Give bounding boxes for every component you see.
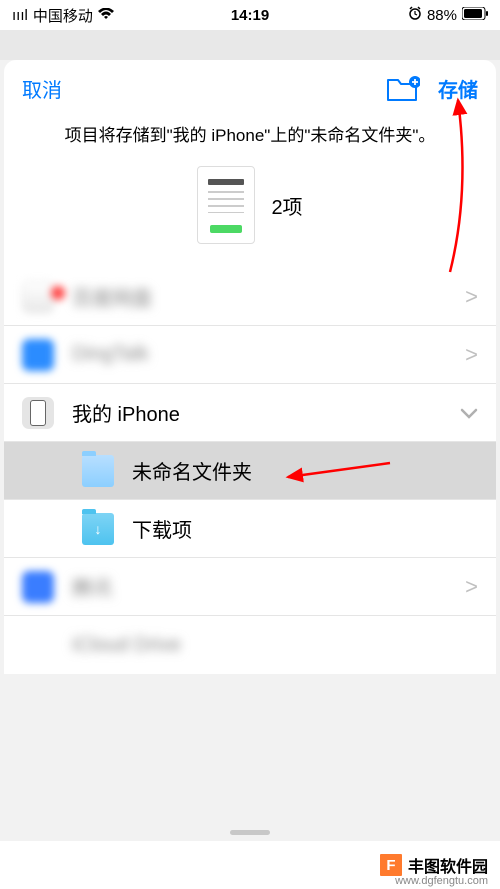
cancel-button[interactable]: 取消 <box>22 74 62 103</box>
list-item[interactable]: DingTalk > <box>4 326 496 384</box>
alarm-icon <box>408 6 422 24</box>
folder-download-icon <box>82 513 114 545</box>
location-label: DingTalk <box>72 343 465 366</box>
list-item-downloads[interactable]: 下载项 <box>4 500 496 558</box>
iphone-icon <box>22 397 54 429</box>
location-label: 未命名文件夹 <box>132 456 478 485</box>
location-label: 百度网盘 <box>72 282 465 311</box>
location-label: 腾讯 <box>72 572 465 601</box>
clock: 14:19 <box>231 7 269 24</box>
new-folder-button[interactable] <box>386 76 420 102</box>
chevron-down-icon <box>460 400 478 426</box>
app-icon <box>22 339 54 371</box>
chevron-right-icon: > <box>465 342 478 368</box>
wifi-icon <box>98 7 114 24</box>
battery-percent: 88% <box>427 7 457 24</box>
sheet-handle[interactable] <box>230 830 270 835</box>
preview-area: 2项 <box>4 160 496 268</box>
item-count: 2项 <box>271 191 302 220</box>
save-button[interactable]: 存储 <box>438 74 478 103</box>
signal-icon: ıııl <box>12 7 28 24</box>
location-label: 我的 iPhone <box>72 398 460 427</box>
location-list: 百度网盘 > DingTalk > 我的 iPhone 未命名文件夹 下载项 腾… <box>4 268 496 674</box>
location-label: iCloud Drive <box>72 634 478 657</box>
list-item[interactable]: iCloud Drive <box>4 616 496 674</box>
folder-icon <box>82 455 114 487</box>
watermark-brand: 丰图软件园 <box>408 853 488 877</box>
list-item[interactable]: 腾讯 > <box>4 558 496 616</box>
carrier-label: 中国移动 <box>33 5 93 26</box>
list-item-my-iphone[interactable]: 我的 iPhone <box>4 384 496 442</box>
watermark-domain: www.dgfengtu.com <box>395 875 488 887</box>
status-bar: ıııl 中国移动 14:19 88% <box>0 0 500 30</box>
list-item[interactable]: 百度网盘 > <box>4 268 496 326</box>
battery-icon <box>462 7 488 24</box>
document-thumbnail <box>197 166 255 244</box>
app-icon <box>22 281 54 313</box>
watermark: F 丰图软件园 www.dgfengtu.com <box>0 841 500 889</box>
app-icon <box>22 629 54 661</box>
save-description: 项目将存储到"我的 iPhone"上的"未命名文件夹"。 <box>4 113 496 160</box>
list-item-unnamed-folder[interactable]: 未命名文件夹 <box>4 442 496 500</box>
modal-header: 取消 存储 <box>4 60 496 113</box>
chevron-right-icon: > <box>465 284 478 310</box>
chevron-right-icon: > <box>465 574 478 600</box>
save-modal: 取消 存储 项目将存储到"我的 iPhone"上的"未命名文件夹"。 2项 百度… <box>4 60 496 674</box>
modal-backdrop <box>0 30 500 60</box>
location-label: 下载项 <box>132 514 478 543</box>
watermark-logo: F <box>380 854 402 876</box>
app-icon <box>22 571 54 603</box>
